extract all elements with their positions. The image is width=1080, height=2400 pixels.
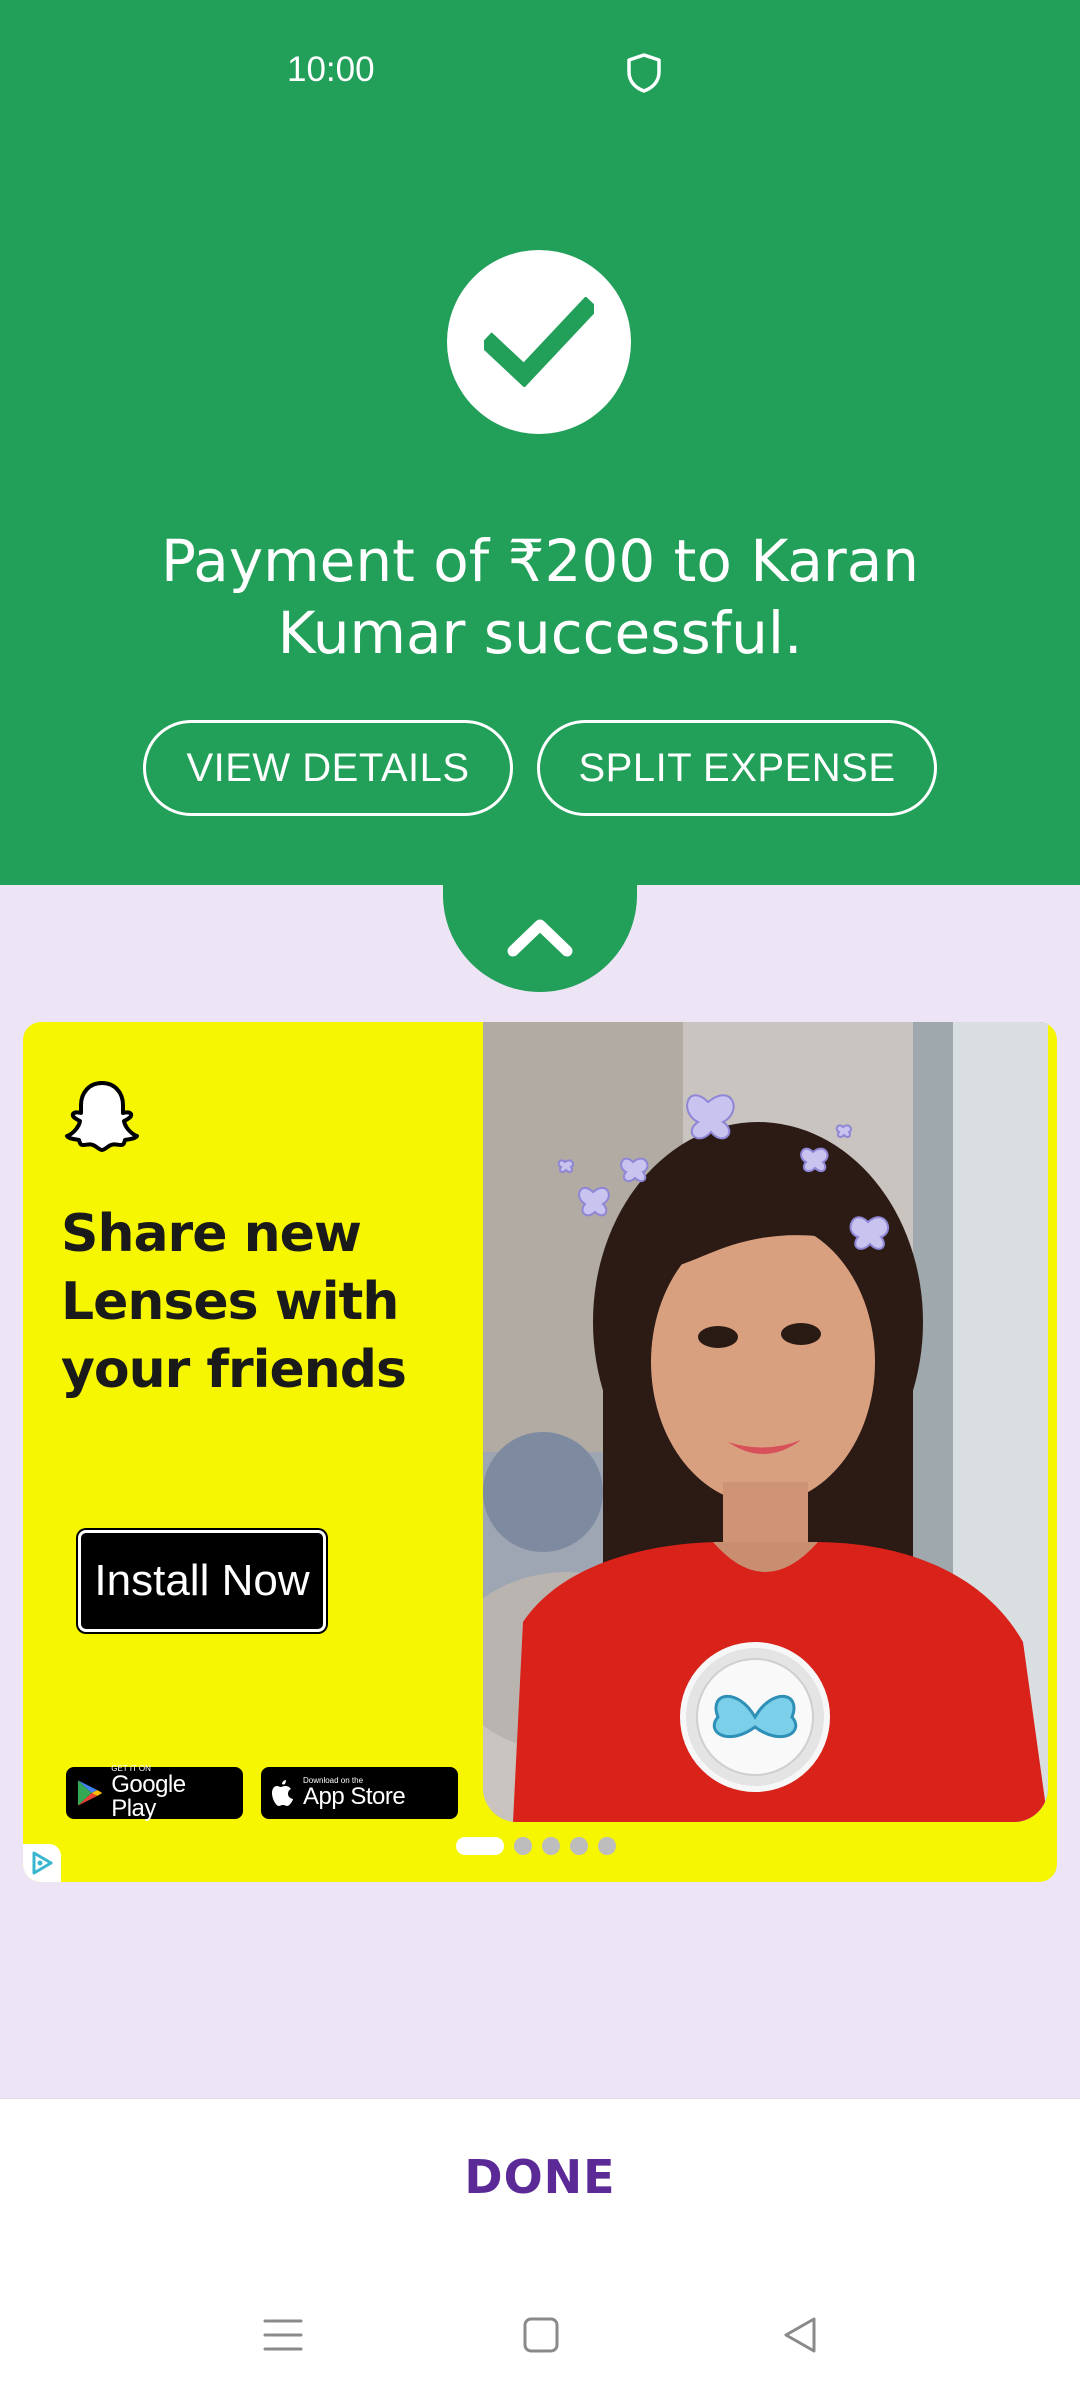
- ad-lens-photo: [483, 1022, 1048, 1822]
- back-triangle-icon[interactable]: [775, 2310, 825, 2360]
- apple-icon: [272, 1780, 293, 1806]
- google-play-label: Google Play: [111, 1771, 186, 1822]
- ad-banner[interactable]: Share new Lenses with your friends Insta…: [23, 1022, 1057, 1882]
- google-play-badge[interactable]: GET IT ON Google Play: [66, 1765, 243, 1822]
- check-icon: [447, 250, 631, 434]
- payment-success-message: Payment of ₹200 to Karan Kumar successfu…: [160, 527, 920, 667]
- snapchat-ghost-icon: [63, 1077, 141, 1155]
- carousel-dot[interactable]: [542, 1837, 560, 1855]
- carousel-dot[interactable]: [570, 1837, 588, 1855]
- home-square-icon[interactable]: [516, 2310, 566, 2360]
- carousel-indicator: [456, 1837, 616, 1855]
- menu-icon[interactable]: [258, 2310, 308, 2360]
- app-store-label: App Store: [303, 1783, 406, 1810]
- app-store-badge[interactable]: Download on the App Store: [261, 1767, 458, 1819]
- ad-headline: Share new Lenses with your friends: [61, 1204, 407, 1400]
- shield-icon: [625, 52, 663, 94]
- google-play-icon: [77, 1780, 103, 1806]
- adchoices-icon[interactable]: [23, 1844, 61, 1882]
- carousel-dot[interactable]: [514, 1837, 532, 1855]
- split-expense-button[interactable]: SPLIT EXPENSE: [537, 720, 937, 816]
- view-details-button[interactable]: VIEW DETAILS: [143, 720, 513, 816]
- status-time: 10:00: [287, 50, 375, 89]
- carousel-dot[interactable]: [598, 1837, 616, 1855]
- install-now-button[interactable]: Install Now: [78, 1530, 326, 1632]
- done-button[interactable]: DONE: [0, 2150, 1080, 2204]
- carousel-dot-active[interactable]: [456, 1837, 504, 1855]
